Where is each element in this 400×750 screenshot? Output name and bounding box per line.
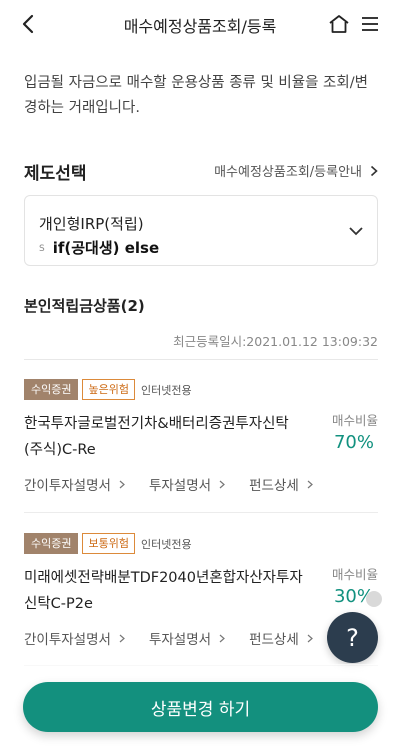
document-links: 간이투자설명서 투자설명서 펀드상세 (24, 474, 337, 494)
chevron-right-icon (219, 480, 225, 488)
document-links: 간이투자설명서 투자설명서 펀드상세 (24, 628, 337, 648)
product-badges: 수익증권 높은위험 인터넷전용 (24, 379, 192, 400)
chevron-right-icon (219, 634, 225, 642)
product-item: 수익증권 보통위험 인터넷전용 미래에셋전략배분TDF2040년혼합자산자투자신… (24, 533, 378, 648)
channel-label: 인터넷전용 (140, 537, 192, 551)
ratio-label: 매수비율 (331, 567, 378, 582)
plan-select[interactable]: 개인형IRP(적립) Sif(공대생) else (24, 195, 378, 266)
product-type-badge: 수익증권 (24, 379, 79, 400)
chevron-right-icon (370, 165, 378, 176)
products-section-title: 본인적립금상품(2) (24, 297, 145, 315)
chevron-right-icon (119, 634, 125, 642)
ratio-value: 70% (333, 432, 374, 453)
home-button[interactable] (326, 11, 352, 37)
risk-badge: 높은위험 (82, 379, 135, 400)
guide-link-label: 매수예정상품조회/등록안내 (214, 165, 362, 180)
overlay-caption: Sif(공대생) else (39, 237, 159, 258)
menu-button[interactable] (357, 11, 383, 37)
prospectus-link[interactable]: 투자설명서 (149, 474, 225, 494)
link-label: 투자설명서 (148, 478, 212, 494)
app-header: 매수예정상품조회/등록 (0, 0, 400, 48)
close-icon[interactable] (366, 591, 382, 607)
channel-label: 인터넷전용 (140, 383, 192, 397)
chevron-right-icon (307, 480, 313, 488)
chevron-down-icon (349, 227, 363, 236)
intro-text: 입금될 자금으로 매수할 운용상품 종류 및 비율을 조회/변경하는 거래입니다… (24, 75, 368, 116)
product-name[interactable]: 미래에셋전략배분TDF2040년혼합자산자투자신탁C-P2e (24, 565, 304, 617)
chevron-right-icon (119, 480, 125, 488)
divider (24, 359, 378, 360)
prospectus-link[interactable]: 투자설명서 (149, 628, 225, 648)
product-badges: 수익증권 보통위험 인터넷전용 (24, 533, 192, 554)
plan-select-value: 개인형IRP(적립) (39, 215, 144, 233)
ratio-label: 매수비율 (331, 413, 378, 428)
fund-detail-link[interactable]: 펀드상세 (249, 628, 313, 648)
summary-prospectus-link[interactable]: 간이투자설명서 (24, 474, 125, 494)
link-label: 간이투자설명서 (24, 632, 111, 648)
plan-section-title: 제도선택 (24, 164, 87, 184)
link-label: 펀드상세 (249, 632, 299, 648)
product-name[interactable]: 한국투자글로벌전기차&배터리증권투자신탁(주식)C-Re (24, 411, 304, 463)
hamburger-menu-icon (362, 17, 378, 31)
change-products-button[interactable]: 상품변경 하기 (23, 682, 378, 732)
last-registered-timestamp: 최근등록일시:2021.01.12 13:09:32 (173, 334, 378, 349)
link-label: 간이투자설명서 (24, 478, 111, 494)
risk-badge: 보통위험 (82, 533, 135, 554)
overlay-mark: S (39, 243, 45, 254)
help-button[interactable]: ? (327, 612, 378, 663)
divider (24, 512, 378, 513)
home-icon (329, 15, 349, 33)
guide-link[interactable]: 매수예정상품조회/등록안내 (214, 161, 378, 180)
fund-detail-link[interactable]: 펀드상세 (249, 474, 313, 494)
product-item: 수익증권 높은위험 인터넷전용 한국투자글로벌전기차&배터리증권투자신탁(주식)… (24, 379, 378, 494)
chevron-right-icon (307, 634, 313, 642)
overlay-text: if(공대생) else (52, 239, 160, 257)
link-label: 펀드상세 (249, 478, 299, 494)
link-label: 투자설명서 (148, 632, 212, 648)
summary-prospectus-link[interactable]: 간이투자설명서 (24, 628, 125, 648)
product-type-badge: 수익증권 (24, 533, 79, 554)
